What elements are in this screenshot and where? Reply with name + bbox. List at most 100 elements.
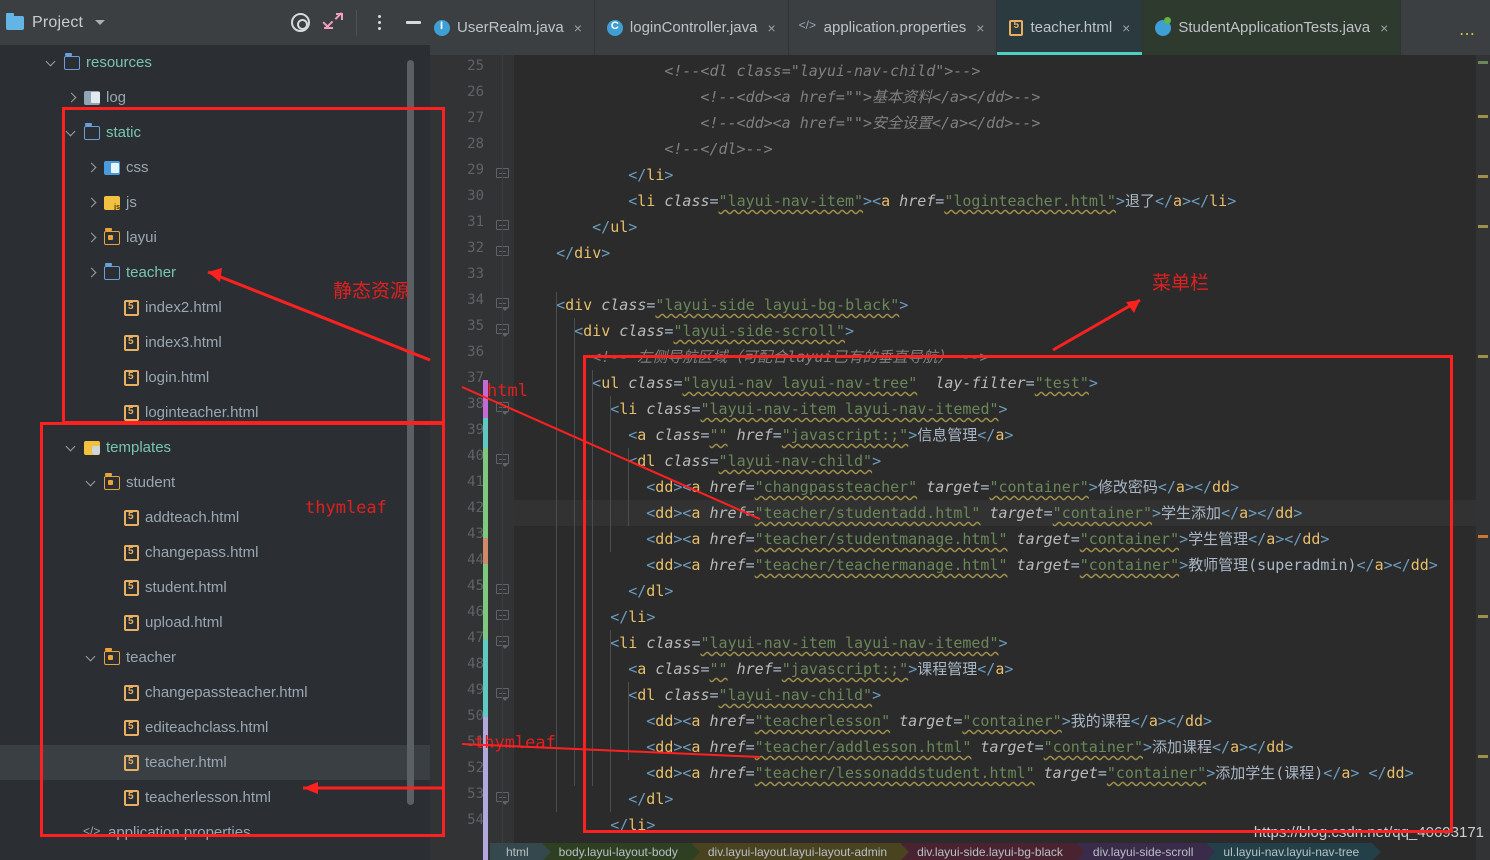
breadcrumb-label: div.layui-side.layui-bg-black xyxy=(917,844,1063,859)
error-stripe-marker[interactable] xyxy=(1478,61,1488,64)
breadcrumb-item[interactable]: div.layui-side.layui-bg-black xyxy=(901,843,1085,860)
target-icon[interactable] xyxy=(283,0,317,45)
tree-node-application-upload-properties[interactable]: application-upload.properties xyxy=(0,850,430,860)
error-stripe-marker[interactable] xyxy=(1478,355,1488,358)
editor-tab-label: teacher.html xyxy=(1030,19,1113,36)
line-number: 27 xyxy=(467,110,484,126)
editor-tab-teacher-html[interactable]: teacher.html × xyxy=(997,0,1144,55)
editor-tab-label: application.properties xyxy=(823,19,967,36)
line-number: 48 xyxy=(467,656,484,672)
project-panel-title: Project xyxy=(32,13,84,31)
code-line[interactable]: <li class="layui-nav-item"><a href="logi… xyxy=(628,188,1236,214)
java-class-icon xyxy=(606,19,623,36)
line-number: 26 xyxy=(467,84,484,100)
breadcrumb-label: html xyxy=(506,844,529,859)
error-stripe-marker[interactable] xyxy=(1478,115,1488,118)
line-number: 28 xyxy=(467,136,484,152)
breadcrumb-item[interactable]: div.layui-side-scroll xyxy=(1076,843,1216,860)
editor-tab-studentapplicationtests-java[interactable]: StudentApplicationTests.java × xyxy=(1143,0,1402,55)
line-number: 32 xyxy=(467,240,484,256)
error-stripe-marker[interactable] xyxy=(1478,175,1488,178)
close-icon[interactable]: × xyxy=(767,20,775,36)
line-number: 46 xyxy=(467,604,484,620)
close-icon[interactable]: × xyxy=(574,20,582,36)
line-number: 52 xyxy=(467,760,484,776)
line-number: 44 xyxy=(467,552,484,568)
tab-overflow-icon[interactable]: ⋯ xyxy=(1459,24,1476,44)
folder-log-icon xyxy=(84,90,100,105)
close-icon[interactable]: × xyxy=(1122,20,1130,36)
error-stripe-marker[interactable] xyxy=(1478,615,1488,618)
annotation-thymleaf-tree: thymleaf xyxy=(305,498,387,518)
annotation-html-editor: html xyxy=(487,381,528,401)
breadcrumb-label: ul.layui-nav.layui-nav-tree xyxy=(1223,844,1360,859)
line-number: 35 xyxy=(467,318,484,334)
code-line[interactable]: <!--<dd><a href="">安全设置</a></dd>--> xyxy=(700,110,1040,136)
error-stripe-marker[interactable] xyxy=(1478,225,1488,228)
line-number: 47 xyxy=(467,630,484,646)
code-line[interactable]: <!--</dl>--> xyxy=(664,136,772,162)
ide-window: Project resources log static css js js l… xyxy=(0,0,1490,860)
annotation-box-static xyxy=(62,107,445,424)
tree-node-resources[interactable]: resources xyxy=(0,45,430,80)
line-number: 33 xyxy=(467,266,484,282)
editor-tabs[interactable]: UserRealm.java×loginController.java×appl… xyxy=(422,0,1490,55)
line-number: 45 xyxy=(467,578,484,594)
breadcrumb-item[interactable]: ul.layui-nav.layui-nav-tree xyxy=(1207,843,1382,860)
code-line[interactable]: </ul> xyxy=(592,214,637,240)
line-number: 42 xyxy=(467,500,484,516)
editor-tab-bar: UserRealm.java×loginController.java×appl… xyxy=(430,0,1490,55)
line-number: 37 xyxy=(467,370,484,386)
line-number: 50 xyxy=(467,708,484,724)
editor-tab-label: UserRealm.java xyxy=(457,19,564,36)
collapse-all-icon[interactable] xyxy=(317,0,351,45)
editor-tab-logincontroller-java[interactable]: loginController.java × xyxy=(595,0,789,55)
line-number: 49 xyxy=(467,682,484,698)
tree-node-label: log xyxy=(106,89,127,106)
project-toolbar: Project xyxy=(0,0,430,45)
editor-tab-userrealm-java[interactable]: UserRealm.java × xyxy=(422,0,595,55)
annotation-menu-bar: 菜单栏 xyxy=(1152,272,1210,294)
indent-guide xyxy=(556,292,558,812)
code-line[interactable]: <!--<dd><a href="">基本资料</a></dd>--> xyxy=(700,84,1040,110)
breadcrumb-label: body.layui-layout-body xyxy=(558,844,678,859)
line-number: 36 xyxy=(467,344,484,360)
element-breadcrumb[interactable]: html body.layui-layout-body div.layui-layo… xyxy=(430,843,1490,860)
project-folder-icon xyxy=(6,12,24,30)
code-line[interactable]: <div class="layui-side layui-bg-black"> xyxy=(556,292,908,318)
breadcrumb-label: div.layui-layout.layui-layout-admin xyxy=(707,844,888,859)
line-number: 43 xyxy=(467,526,484,542)
editor-error-stripe[interactable] xyxy=(1476,55,1490,860)
line-number: 29 xyxy=(467,162,484,178)
code-line[interactable]: <!--<dl class="layui-nav-child">--> xyxy=(664,58,980,84)
chevron-down-icon[interactable] xyxy=(95,20,106,25)
error-stripe-marker[interactable] xyxy=(1478,535,1488,538)
line-number: 38 xyxy=(467,396,484,412)
chevron-down-icon[interactable] xyxy=(46,57,57,68)
editor-tab-label: loginController.java xyxy=(629,19,758,36)
line-number: 40 xyxy=(467,448,484,464)
close-icon[interactable]: × xyxy=(1380,20,1388,36)
annotation-static-resources: 静态资源 xyxy=(333,280,410,302)
line-number: 30 xyxy=(467,188,484,204)
breadcrumb-item[interactable]: body.layui-layout-body xyxy=(542,843,701,860)
code-line[interactable]: </li> xyxy=(628,162,673,188)
indent-guide xyxy=(574,318,576,786)
line-number: 34 xyxy=(467,292,484,308)
error-stripe-marker[interactable] xyxy=(1478,755,1488,758)
editor-tab-label: StudentApplicationTests.java xyxy=(1178,19,1371,36)
chevron-right-icon[interactable] xyxy=(66,92,77,103)
toolbar-divider xyxy=(356,9,357,36)
line-number: 31 xyxy=(467,214,484,230)
line-number: 54 xyxy=(467,812,484,828)
code-line[interactable]: <div class="layui-side-scroll"> xyxy=(574,318,854,344)
code-line[interactable]: </div> xyxy=(556,240,610,266)
line-number: 25 xyxy=(467,58,484,74)
line-number: 39 xyxy=(467,422,484,438)
breadcrumb-item[interactable]: div.layui-layout.layui-layout-admin xyxy=(691,843,910,860)
breadcrumb-item[interactable]: html xyxy=(490,843,551,860)
close-icon[interactable]: × xyxy=(976,20,984,36)
more-options-icon[interactable] xyxy=(362,0,396,45)
folder-blue-icon xyxy=(64,52,80,70)
editor-tab-application-properties[interactable]: application.properties × xyxy=(789,0,998,55)
